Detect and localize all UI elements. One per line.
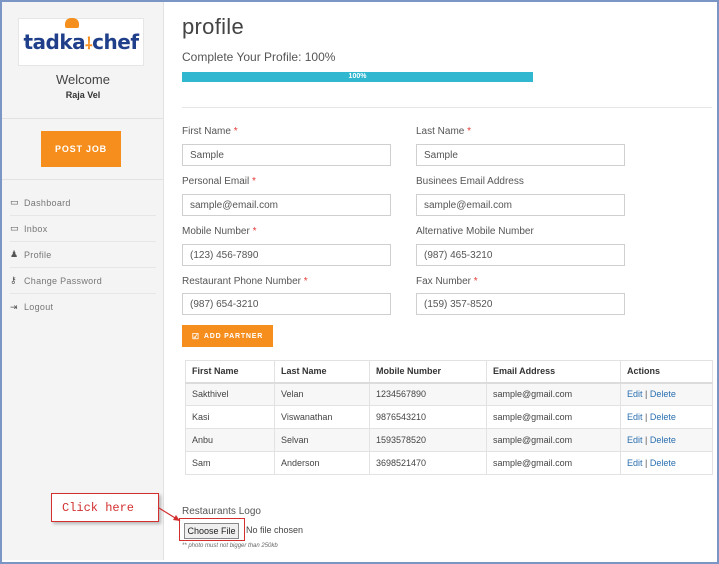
last-name-input[interactable] (416, 144, 625, 166)
table-row: Anbu Selvan 1593578520 sample@gmail.com … (185, 428, 713, 452)
personal-email-label: Personal Email * (182, 176, 256, 187)
fax-number-input[interactable] (416, 293, 625, 315)
column-header: Last Name (274, 360, 370, 384)
welcome-text: Welcome (56, 72, 110, 87)
sidebar-item-dashboard[interactable]: ▭ Dashboard (10, 190, 156, 216)
key-icon: ⚷ (10, 275, 17, 285)
table-row: Sakthivel Velan 1234567890 sample@gmail.… (185, 382, 713, 406)
restaurant-phone-input[interactable] (182, 293, 391, 315)
profile-completion-label: Complete Your Profile: 100% (182, 50, 336, 64)
delete-link[interactable]: Delete (650, 435, 676, 445)
monitor-icon: ▭ (10, 197, 19, 207)
table-header-row: First Name Last Name Mobile Number Email… (185, 360, 713, 384)
sidebar-nav: ▭ Dashboard ▭ Inbox ♟ Profile ⚷ Change Passw… (10, 190, 156, 320)
edit-square-icon: ☑ (191, 331, 200, 341)
username: Raja Vel (65, 90, 101, 100)
inbox-icon: ▭ (10, 223, 19, 233)
page-title: profile (182, 14, 245, 39)
table-cell: sample@gmail.com (486, 451, 621, 475)
logout-icon: ⇥ (10, 301, 18, 312)
edit-link[interactable]: Edit (627, 389, 643, 399)
sidebar-item-inbox[interactable]: ▭ Inbox (10, 216, 156, 242)
first-name-label: First Name * (182, 126, 238, 137)
table-cell: Sam (185, 451, 275, 475)
alt-mobile-input[interactable] (416, 244, 625, 266)
table-cell: 3698521470 (369, 451, 487, 475)
actions-cell: Edit | Delete (620, 451, 713, 475)
restaurant-phone-label: Restaurant Phone Number * (182, 276, 308, 287)
fax-number-label: Fax Number * (416, 276, 478, 287)
table-cell: Selvan (274, 428, 370, 452)
first-name-input[interactable] (182, 144, 391, 166)
partners-table: First Name Last Name Mobile Number Email… (185, 360, 713, 475)
sidebar-item-profile[interactable]: ♟ Profile (10, 242, 156, 268)
table-cell: sample@gmail.com (486, 382, 621, 406)
last-name-label: Last Name * (416, 126, 472, 137)
actions-cell: Edit | Delete (620, 405, 713, 429)
table-cell: Anderson (274, 451, 370, 475)
table-cell: Viswanathan (274, 405, 370, 429)
table-cell: 1234567890 (369, 382, 487, 406)
profile-progress-bar: 100% (182, 72, 533, 82)
table-cell: 9876543210 (369, 405, 487, 429)
table-cell: 1593578520 (369, 428, 487, 452)
chef-hat-icon (65, 18, 80, 28)
column-header: Mobile Number (369, 360, 487, 384)
table-cell: Velan (274, 382, 370, 406)
actions-cell: Edit | Delete (620, 382, 713, 406)
choose-file-highlight-box (179, 518, 245, 541)
user-icon: ♟ (10, 249, 19, 259)
divider (2, 179, 164, 180)
divider (2, 118, 164, 119)
table-row: Kasi Viswanathan 9876543210 sample@gmail… (185, 405, 713, 429)
delete-link[interactable]: Delete (650, 389, 676, 399)
business-email-input[interactable] (416, 194, 625, 216)
business-email-label: Businees Email Address (416, 176, 524, 187)
edit-link[interactable]: Edit (627, 458, 643, 468)
column-header: Email Address (486, 360, 621, 384)
table-cell: Kasi (185, 405, 275, 429)
delete-link[interactable]: Delete (650, 458, 676, 468)
edit-link[interactable]: Edit (627, 412, 643, 422)
sidebar-item-logout[interactable]: ⇥ Logout (10, 294, 156, 320)
column-header: First Name (185, 360, 275, 384)
post-job-button[interactable]: POST JOB (41, 131, 121, 167)
divider (182, 107, 712, 108)
table-cell: Anbu (185, 428, 275, 452)
table-cell: Sakthivel (185, 382, 275, 406)
table-row: Sam Anderson 3698521470 sample@gmail.com… (185, 451, 713, 475)
mobile-number-label: Mobile Number * (182, 226, 257, 237)
file-status-text: No file chosen (246, 525, 304, 535)
table-cell: sample@gmail.com (486, 428, 621, 452)
sidebar-item-change-password[interactable]: ⚷ Change Password (10, 268, 156, 294)
mobile-number-input[interactable] (182, 244, 391, 266)
alt-mobile-label: Alternative Mobile Number (416, 226, 534, 237)
add-partner-button[interactable]: ☑ ADD PARTNER (182, 325, 273, 347)
edit-link[interactable]: Edit (627, 435, 643, 445)
brand-logo[interactable]: tadka⸸chef (18, 18, 144, 66)
delete-link[interactable]: Delete (650, 412, 676, 422)
table-cell: sample@gmail.com (486, 405, 621, 429)
click-here-callout: Click here (51, 493, 159, 522)
logo-text: tadka⸸chef (23, 18, 139, 54)
restaurants-logo-label: Restaurants Logo (182, 506, 261, 517)
sidebar: tadka⸸chef Welcome Raja Vel POST JOB ▭ Da… (2, 2, 164, 560)
actions-cell: Edit | Delete (620, 428, 713, 452)
upload-size-note: ** photo must not bigger than 250kb (182, 543, 278, 549)
personal-email-input[interactable] (182, 194, 391, 216)
column-header: Actions (620, 360, 713, 384)
progress-fill: 100% (182, 72, 533, 82)
